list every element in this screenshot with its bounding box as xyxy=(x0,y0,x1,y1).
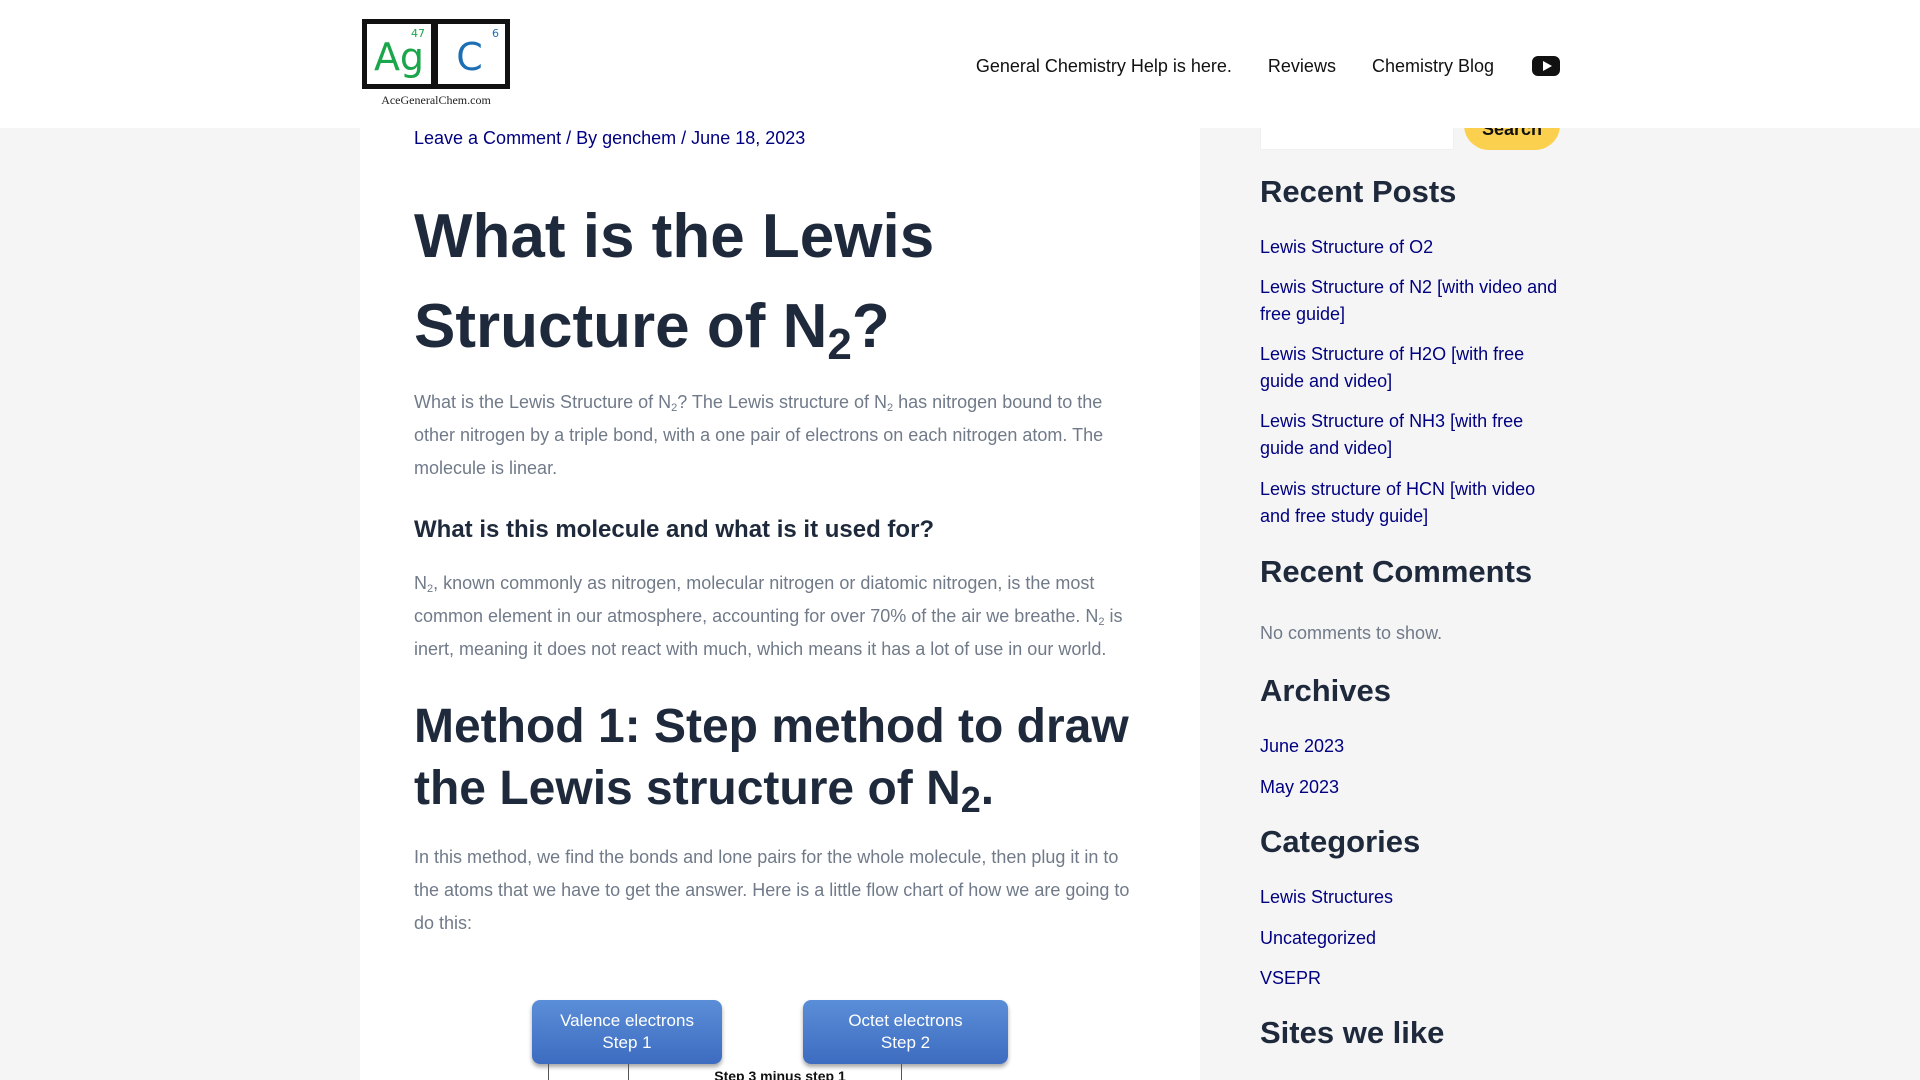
entry-meta: Leave a Comment / By genchem / June 18, … xyxy=(414,128,805,149)
logo-element-carbon: 6 C xyxy=(436,19,510,89)
usage-text-1: N xyxy=(414,573,427,593)
title-end: ? xyxy=(851,292,890,361)
leave-comment-link[interactable]: Leave a Comment xyxy=(414,128,561,148)
title-subscript: 2 xyxy=(827,320,852,369)
flowchart-box-octet-title: Octet electrons xyxy=(848,1011,963,1030)
usage-text-2: , known commonly as nitrogen, molecular … xyxy=(414,573,1099,626)
intro-text-1: What is the Lewis Structure of N xyxy=(414,392,672,412)
intro-paragraph: What is the Lewis Structure of N2? The L… xyxy=(414,386,1134,485)
flowchart-step-3-label: Step 3 minus step 1 xyxy=(714,1068,846,1080)
meta-date-separator: / xyxy=(676,128,692,148)
site-logo[interactable]: 47 Ag 6 C AceGeneralChem.com xyxy=(362,19,510,109)
nav-item-general-chemistry-help[interactable]: General Chemistry Help is here. xyxy=(976,54,1232,78)
recent-post-link[interactable]: Lewis structure of HCN [with video and f… xyxy=(1260,476,1560,530)
logo-element-silver: 47 Ag xyxy=(362,19,436,89)
section-heading-usage: What is this molecule and what is it use… xyxy=(414,516,935,543)
recent-post-link[interactable]: Lewis Structure of H2O [with free guide … xyxy=(1260,341,1560,395)
page-title: What is the Lewis Structure of N2? xyxy=(414,192,1174,372)
sidebar: Search Recent Posts Lewis Structure of O… xyxy=(1260,0,1560,1080)
method-paragraph: In this method, we find the bonds and lo… xyxy=(414,847,1130,933)
intro-text-2: ? The Lewis structure of N xyxy=(677,392,887,412)
flowchart-box-octet-step: Step 2 xyxy=(880,1033,931,1052)
nav-item-chemistry-blog[interactable]: Chemistry Blog xyxy=(1372,54,1494,78)
flowchart-connector xyxy=(901,1064,902,1080)
recent-posts-title: Recent Posts xyxy=(1260,174,1457,209)
no-comments-text: No comments to show. xyxy=(1260,623,1443,643)
category-link-lewis-structures[interactable]: Lewis Structures xyxy=(1260,884,1560,911)
meta-by-text: / By xyxy=(561,128,603,148)
flowchart-connector xyxy=(628,1064,629,1080)
usage-paragraph: N2, known commonly as nitrogen, molecula… xyxy=(414,567,1134,666)
article: Leave a Comment / By genchem / June 18, … xyxy=(360,0,1200,1080)
author-link[interactable]: genchem xyxy=(602,128,676,148)
category-link-uncategorized[interactable]: Uncategorized xyxy=(1260,925,1560,952)
main-nav: General Chemistry Help is here. Reviews … xyxy=(940,52,1560,80)
recent-post-link[interactable]: Lewis Structure of NH3 [with free guide … xyxy=(1260,408,1560,462)
section-heading-method-1: Method 1: Step method to draw the Lewis … xyxy=(414,696,1154,820)
method-heading-end: . xyxy=(980,762,995,815)
method-heading-text: Method 1: Step method to draw the Lewis … xyxy=(414,700,1129,815)
flowchart-image: Valence electrons Step 1 Octet electrons… xyxy=(360,990,1200,1080)
method-heading-subscript: 2 xyxy=(960,779,981,820)
logo-caption: AceGeneralChem.com xyxy=(381,93,491,107)
recent-post-link[interactable]: Lewis Structure of N2 [with video and fr… xyxy=(1260,274,1560,328)
archives-title: Archives xyxy=(1260,673,1391,708)
logo-c-symbol: C xyxy=(456,35,483,79)
archive-link-may-2023[interactable]: May 2023 xyxy=(1260,774,1560,801)
logo-ag-symbol: Ag xyxy=(373,35,425,79)
date-link[interactable]: June 18, 2023 xyxy=(691,128,805,148)
site-header: 47 Ag 6 C AceGeneralChem.com General Che… xyxy=(0,0,1920,128)
category-link-vsepr[interactable]: VSEPR xyxy=(1260,965,1560,992)
sites-we-like-title: Sites we like xyxy=(1260,1015,1445,1050)
flowchart-connector xyxy=(548,1064,549,1080)
flowchart-box-valence: Valence electrons Step 1 xyxy=(532,1000,722,1064)
recent-post-link[interactable]: Lewis Structure of O2 xyxy=(1260,234,1560,261)
flowchart-box-valence-title: Valence electrons xyxy=(560,1011,694,1030)
recent-comments-title: Recent Comments xyxy=(1260,554,1533,589)
flowchart-box-valence-step: Step 1 xyxy=(602,1033,652,1052)
youtube-icon[interactable] xyxy=(1532,56,1560,76)
categories-title: Categories xyxy=(1260,824,1421,859)
nav-item-reviews[interactable]: Reviews xyxy=(1268,54,1336,78)
archive-link-june-2023[interactable]: June 2023 xyxy=(1260,733,1560,760)
flowchart-box-octet: Octet electrons Step 2 xyxy=(803,1000,1008,1064)
